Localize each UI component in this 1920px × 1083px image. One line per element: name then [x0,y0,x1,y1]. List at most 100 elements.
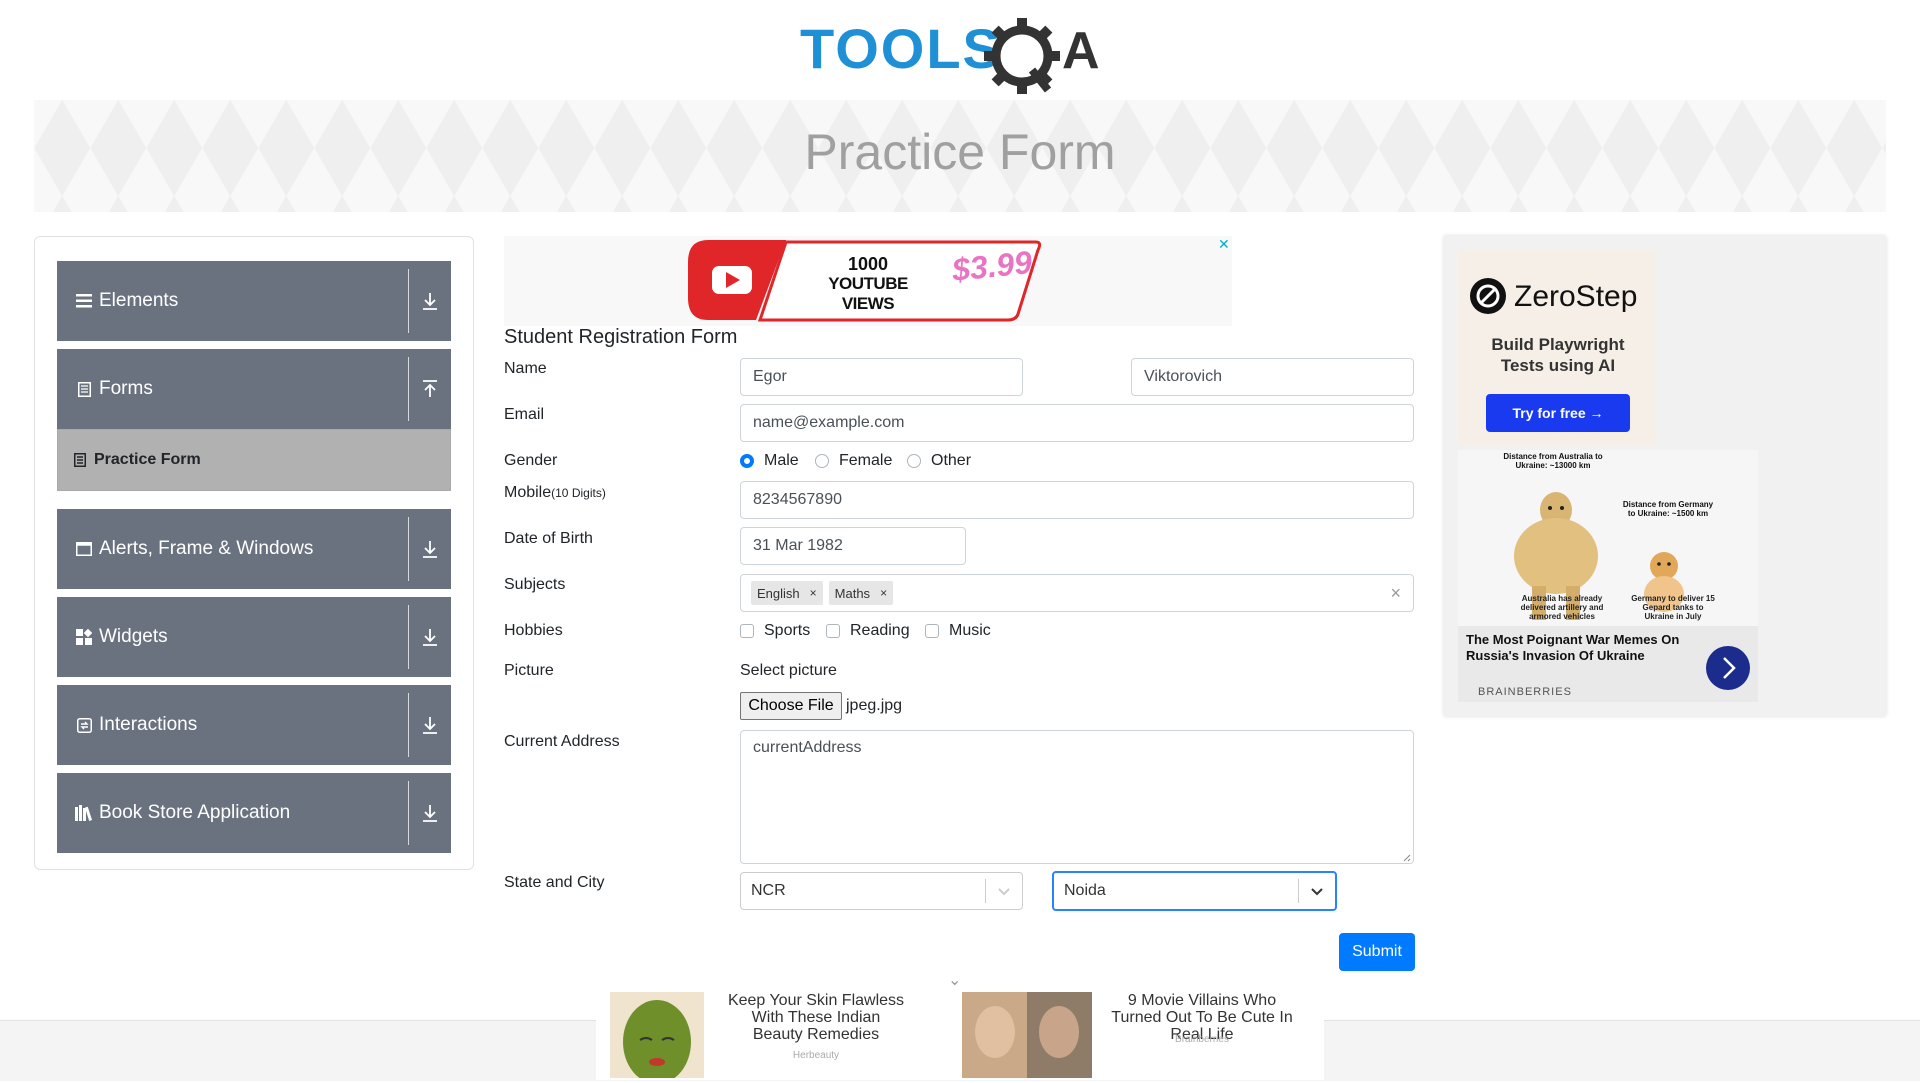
divider [408,357,409,421]
email-input[interactable]: name@example.com [740,404,1414,442]
name-label: Name [504,360,547,377]
hobby-checkbox-music[interactable]: Music [925,622,991,640]
sidebar-group-label: Forms [99,378,153,399]
sidebar-group-label: Interactions [99,714,198,735]
divider [408,605,409,669]
chip-remove-icon[interactable]: × [810,586,817,600]
select-value: Noida [1064,882,1106,899]
document-icon [75,380,93,398]
subjects-input[interactable]: English × Maths × × [740,574,1414,612]
hobby-checkbox-sports[interactable]: Sports [740,622,810,640]
form-icon [74,453,88,467]
logo-graphic: TOOLS A [800,17,1100,94]
sidebar-group-alerts[interactable]: Alerts, Frame & Windows [57,509,451,589]
window-icon [75,540,93,558]
radio-selected-icon [740,454,754,468]
gender-radio-female[interactable]: Female [815,452,892,470]
gender-label: Gender [504,452,558,469]
state-select[interactable]: NCR [740,872,1023,910]
picture-label: Picture [504,662,554,679]
mobile-label: Mobile(10 Digits) [504,484,606,502]
sidebar-group-elements[interactable]: Elements [57,261,451,341]
ad-text-line1: 1000 [847,254,889,274]
svg-text:TOOLS: TOOLS [800,17,1002,80]
try-for-free-button[interactable]: Try for free → [1486,394,1630,432]
radio-icon [907,454,921,468]
radio-label: Male [764,452,799,469]
ad-close-icon[interactable]: ✕ [1218,236,1230,253]
checkbox-icon [826,624,840,638]
sidebar-group-forms[interactable]: Forms [57,349,451,429]
chip-remove-icon[interactable]: × [880,586,887,600]
sidebar-group-widgets[interactable]: Widgets [57,597,451,677]
hobby-checkbox-reading[interactable]: Reading [826,622,910,640]
bottom-ad-source-2: Brainberries [1175,1034,1229,1045]
zerostep-ad[interactable]: ZeroStep Build Playwright Tests using AI… [1458,250,1656,446]
meme-ad[interactable]: Distance from Australia to Ukraine: ~130… [1458,450,1758,702]
email-label: Email [504,406,545,423]
download-icon[interactable] [419,289,441,313]
meme-caption-left: Distance from Australia to Ukraine: ~130… [1503,452,1603,470]
gender-radio-other[interactable]: Other [907,452,971,470]
hamburger-icon [75,292,93,310]
bottom-ad-source-1: Herbeauty [792,1050,840,1061]
current-address-textarea[interactable]: currentAddress [740,730,1414,864]
chip-label: English [757,585,800,601]
page-banner: Practice Form [34,100,1886,212]
first-name-input[interactable]: Egor [740,358,1023,396]
select-value: NCR [751,882,786,899]
clear-icon[interactable]: × [1390,583,1401,604]
gender-radio-male[interactable]: Male [740,452,799,470]
last-name-input[interactable]: Viktorovich [1131,358,1414,396]
state-city-label: State and City [504,874,605,891]
bottom-ad-title-1[interactable]: Keep Your Skin Flawless With These India… [726,992,906,1043]
ad-tagline: Build Playwright Tests using AI [1491,335,1625,375]
mobile-input[interactable]: 8234567890 [740,481,1414,519]
toolsqa-logo[interactable]: TOOLS A [800,14,1124,94]
download-icon[interactable] [419,713,441,737]
ad-headline: The Most Poignant War Memes On Russia's … [1466,632,1680,663]
meme-bottom-right: Germany to deliver 15 Gepard tanks to Uk… [1631,594,1715,621]
sidebar-group-label: Alerts, Frame & Windows [99,538,314,559]
meme-bottom-left: Australia has already delivered artiller… [1520,594,1604,621]
city-select[interactable]: Noida [1052,871,1337,911]
mobile-label-text: Mobile [504,484,552,501]
top-ad-banner[interactable]: 1000 YOUTUBE VIEWS $3.99 ✕ [504,236,1232,326]
chevron-down-icon[interactable]: ⌄ [948,970,961,990]
ad-brand: ZeroStep [1514,280,1638,313]
sidebar-group-label: Elements [99,290,179,311]
sidebar-group-interactions[interactable]: Interactions [57,685,451,765]
chevron-down-icon [1299,886,1335,896]
checkbox-icon [740,624,754,638]
date-of-birth-input[interactable]: 31 Mar 1982 [740,527,966,565]
sidebar-item-practice-form[interactable]: Practice Form [57,429,451,491]
ad-source: BRAINBERRIES [1478,686,1572,698]
download-icon[interactable] [419,537,441,561]
divider [408,781,409,845]
right-ad[interactable]: ZeroStep Build Playwright Tests using AI… [1444,236,1886,716]
chevron-right-icon [1723,657,1736,679]
download-icon[interactable] [419,801,441,825]
page-title: Practice Form [804,124,1116,180]
sidebar-group-book-store[interactable]: Book Store Application [57,773,451,853]
bottom-ad[interactable]: Keep Your Skin Flawless With These India… [596,992,1324,1083]
checkbox-label: Music [949,622,991,639]
download-icon[interactable] [419,625,441,649]
chevron-down-icon [986,886,1022,896]
checkbox-icon [925,624,939,638]
ad-next-button[interactable] [1706,646,1750,690]
resize-handle-icon[interactable] [1401,852,1411,862]
choose-file-button[interactable]: Choose File [740,692,842,720]
sidebar-group-label: Widgets [99,626,168,647]
sidebar-item-label: Practice Form [94,451,201,468]
address-label: Current Address [504,733,620,750]
subject-chip: Maths × [828,581,894,605]
interaction-icon [75,716,93,734]
upload-icon[interactable] [419,377,441,401]
checkbox-label: Reading [850,622,910,639]
ad-text-line2: YOUTUBE VIEWS [828,274,908,313]
divider [408,693,409,757]
subjects-label: Subjects [504,576,566,593]
ad-image-actress [962,992,1092,1078]
submit-button[interactable]: Submit [1339,933,1415,971]
